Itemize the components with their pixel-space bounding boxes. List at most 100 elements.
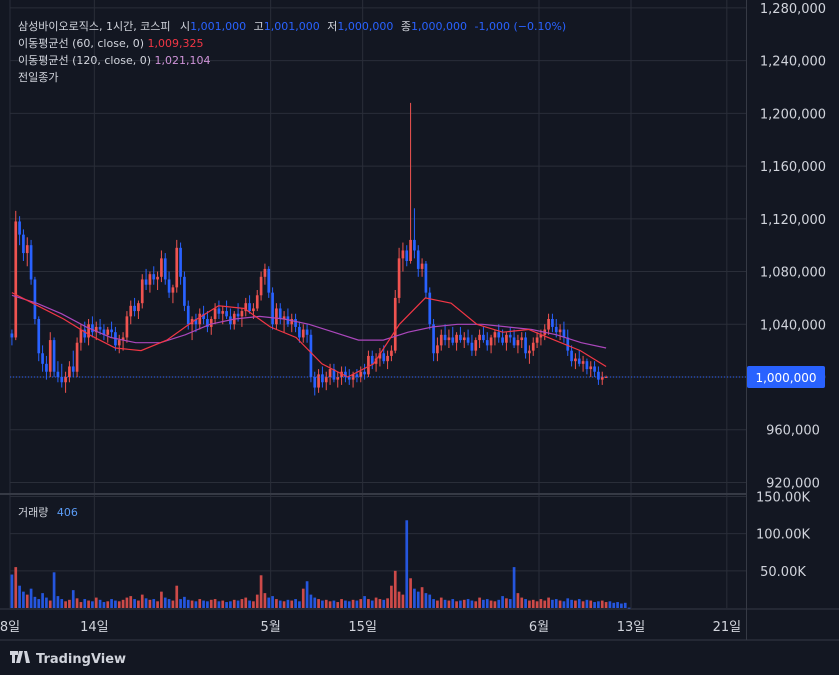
candle-body [294, 319, 297, 327]
volume-tick-label: 100.00K [756, 528, 810, 543]
candle-body [198, 313, 202, 325]
open-value: 1,001,000 [190, 20, 247, 33]
prev-close-legend-row[interactable]: 전일종가 [18, 69, 566, 86]
volume-bar [129, 596, 133, 608]
ma120-value: 1,021,104 [154, 54, 211, 67]
volume-bar [554, 599, 558, 608]
candle-body [470, 342, 474, 351]
volume-bar [179, 599, 182, 608]
volume-bar [436, 600, 439, 608]
volume-bar [535, 601, 539, 608]
volume-legend[interactable]: 거래량 406 [18, 504, 78, 520]
volume-bar [259, 575, 263, 608]
volume-bar [240, 599, 244, 608]
prev-close-label: 전일종가 [18, 71, 59, 84]
candle-body [393, 297, 397, 351]
candle-body [37, 319, 41, 354]
volume-bar [125, 597, 129, 608]
candle-body [25, 245, 29, 254]
volume-bar [286, 599, 290, 608]
volume-bar [439, 597, 443, 608]
candle-body [167, 279, 171, 293]
volume-bar [432, 599, 435, 608]
volume-bar [367, 599, 370, 608]
candle-body [33, 279, 37, 319]
tradingview-brand: TradingView [36, 651, 127, 667]
volume-bar [604, 602, 608, 608]
volume-bar [443, 599, 447, 608]
price-tick-label: 960,000 [766, 424, 820, 439]
volume-bar [248, 600, 251, 608]
volume-bar [64, 601, 67, 608]
volume-bar [290, 600, 294, 608]
volume-tick-label: 150.00K [756, 490, 810, 505]
candle-body [367, 355, 370, 375]
candle-body [225, 311, 228, 317]
volume-bar [459, 600, 462, 608]
candle-body [64, 377, 67, 383]
volume-bar [497, 599, 501, 608]
volume-bar [574, 600, 577, 608]
candle-body [451, 337, 455, 343]
volume-tick-label: 50.00K [760, 565, 806, 580]
volume-bar [577, 599, 581, 608]
volume-bar [351, 599, 355, 608]
symbol-title[interactable]: 삼성바이오로직스, 1시간, 코스피 [18, 20, 171, 33]
candle-body [301, 329, 305, 338]
volume-bar [547, 597, 550, 608]
candle-body [29, 245, 33, 280]
chart-canvas[interactable]: 1,280,000 1,240,000 1,200,000 1,160,000 1,12… [0, 0, 839, 675]
volume-bar [455, 601, 458, 608]
ma60-legend-row[interactable]: 이동평균선 (60, close, 0) 1,009,325 [18, 35, 566, 52]
volume-bar [531, 599, 535, 608]
candle-body [217, 308, 221, 314]
volume-bar [56, 596, 60, 608]
candle-body [278, 308, 282, 319]
candle-body [593, 366, 596, 372]
volume-bar [221, 600, 225, 608]
candle-body [183, 276, 186, 306]
candle-body [516, 340, 520, 346]
volume-bar [585, 599, 589, 608]
candle-body [558, 329, 562, 333]
candle-body [68, 366, 71, 377]
ma60-line [11, 292, 607, 378]
volume-bar [160, 591, 163, 608]
candle-body [263, 268, 267, 277]
volume-bar [305, 581, 309, 608]
volume-label: 거래량 [18, 506, 49, 519]
candle-body [597, 371, 600, 380]
ma60-value: 1,009,325 [147, 37, 204, 50]
candle-body [328, 369, 332, 377]
candle-body [386, 355, 389, 362]
volume-bar [355, 600, 359, 608]
candle-body [110, 329, 113, 333]
moving-averages [11, 292, 607, 378]
candle-body [574, 358, 577, 362]
ma60-label: 이동평균선 (60, close, 0) [18, 37, 144, 50]
candle-body [317, 374, 320, 388]
ma120-legend-row[interactable]: 이동평균선 (120, close, 0) 1,021,104 [18, 52, 566, 69]
tradingview-logo-icon [10, 651, 30, 667]
candle-body [148, 274, 152, 285]
candle-body [117, 340, 121, 346]
price-tick-label: 1,120,000 [760, 213, 826, 228]
volume-bar [543, 600, 547, 608]
candle-body [133, 305, 136, 312]
volume-bar [347, 601, 351, 608]
volume-bar [466, 599, 470, 608]
tradingview-attribution[interactable]: TradingView [10, 649, 126, 669]
volume-bar [462, 599, 466, 608]
candle-body [462, 337, 466, 341]
volume-bar [106, 601, 110, 608]
candle-body [267, 268, 271, 293]
candle-body [163, 258, 167, 280]
volume-bar [562, 601, 566, 608]
candle-body [505, 334, 508, 343]
low-value: 1,000,000 [337, 20, 394, 33]
candle-body [589, 366, 593, 370]
candle-body [186, 305, 190, 325]
volume-bar [482, 599, 485, 608]
volume-bar [229, 601, 232, 608]
candle-body [125, 316, 129, 338]
